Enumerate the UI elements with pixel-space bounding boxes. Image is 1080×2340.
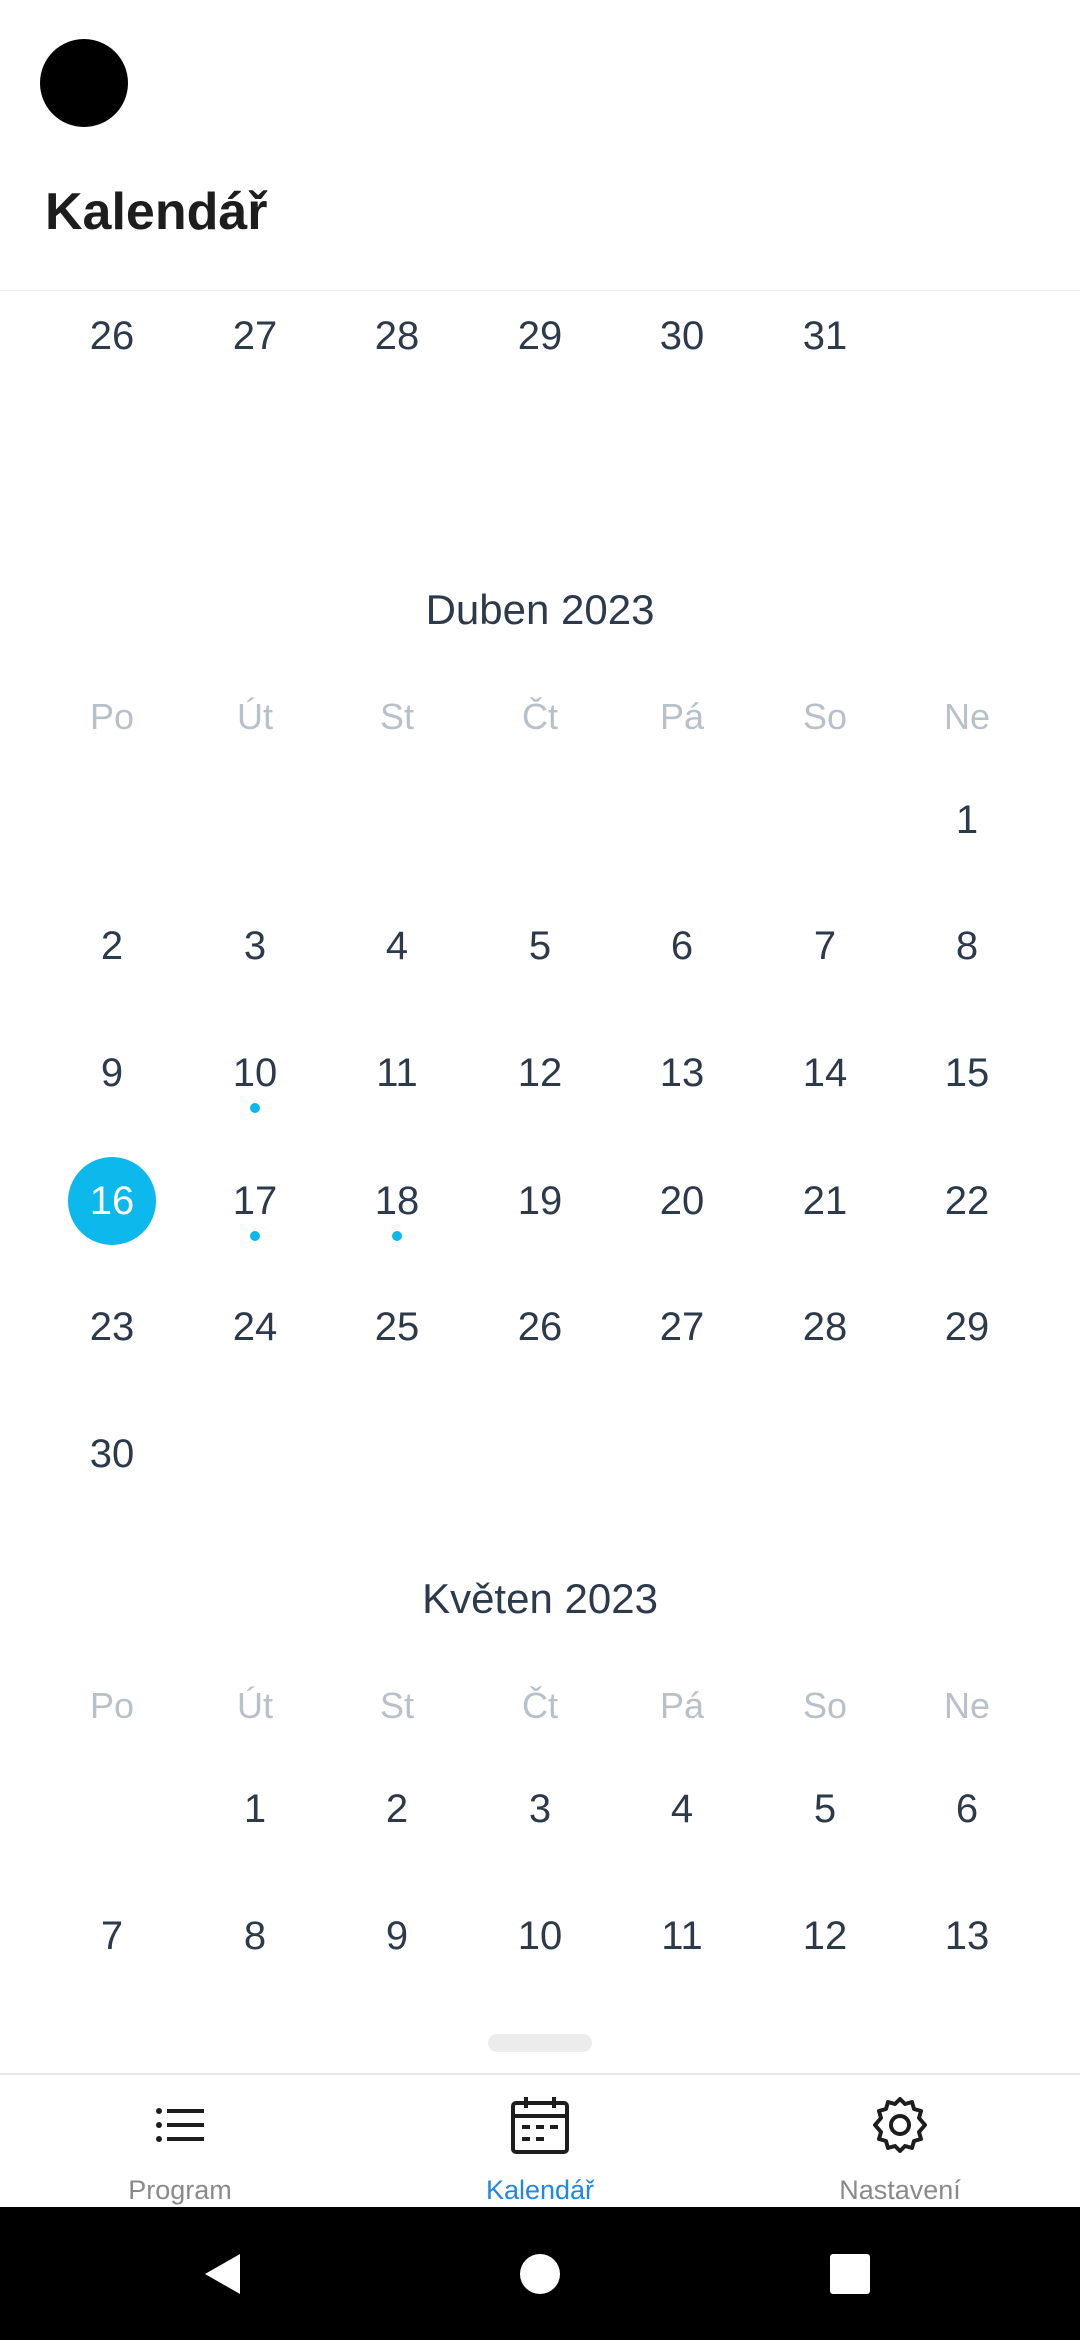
- event-dot: [392, 1231, 402, 1241]
- day-cell[interactable]: 29: [896, 1282, 1038, 1372]
- day-cell[interactable]: 15: [896, 1028, 1038, 1118]
- weekday-label: So: [802, 696, 848, 737]
- day-cell[interactable]: 12: [469, 1028, 611, 1118]
- week-row: 30: [0, 1409, 1080, 1499]
- day-cell[interactable]: 7: [754, 901, 896, 991]
- weekday-header: Po Út St Čt Pá So Ne: [0, 672, 1080, 762]
- day-cell[interactable]: 6: [611, 901, 753, 991]
- calendar-icon: [511, 2097, 569, 2154]
- day-cell-selected[interactable]: 16: [41, 1156, 183, 1246]
- day-cell[interactable]: 25: [326, 1282, 468, 1372]
- nav-item-settings[interactable]: Nastavení: [720, 2075, 1080, 2209]
- day-cell[interactable]: 24: [184, 1282, 326, 1372]
- calendar-scroll[interactable]: 26 27 28 29 30 31 Duben 2023 Po Út St Čt…: [0, 291, 1080, 2075]
- day-cell[interactable]: 5: [754, 1764, 896, 1854]
- nav-item-calendar[interactable]: Kalendář: [360, 2075, 720, 2209]
- list-icon: [156, 2108, 204, 2142]
- day-cell[interactable]: 20: [611, 1156, 753, 1246]
- back-icon[interactable]: [180, 2229, 270, 2319]
- nav-label-settings: Nastavení: [839, 2175, 961, 2205]
- day-cell[interactable]: 28: [754, 1282, 896, 1372]
- day-cell[interactable]: 12: [754, 1891, 896, 1981]
- page-title: Kalendář: [45, 183, 268, 241]
- event-dot: [250, 1103, 260, 1113]
- weekday-label: St: [379, 696, 414, 737]
- home-icon[interactable]: [495, 2229, 585, 2319]
- avatar[interactable]: [40, 39, 128, 127]
- recents-icon[interactable]: [805, 2229, 895, 2319]
- bottom-navigation: Program Kalendář Nastavení: [0, 2073, 1080, 2209]
- app-header: Kalendář: [0, 0, 1080, 291]
- day-cell[interactable]: 2: [326, 1764, 468, 1854]
- day-cell[interactable]: 28: [326, 291, 468, 381]
- weekday-label: Po: [89, 696, 135, 737]
- weekday-label: So: [802, 1685, 848, 1726]
- weekday-label: Pá: [659, 696, 705, 737]
- month-title-april: Duben 2023: [425, 586, 655, 633]
- day-cell[interactable]: 11: [326, 1028, 468, 1118]
- day-cell[interactable]: 19: [469, 1156, 611, 1246]
- week-row: 9 10 11 12 13 14 15: [0, 1028, 1080, 1118]
- month-title-may: Květen 2023: [422, 1575, 658, 1622]
- gear-icon: [873, 2097, 927, 2153]
- weekday-label: Ne: [943, 696, 991, 737]
- weekday-label: St: [379, 1685, 414, 1726]
- day-cell[interactable]: 14: [754, 1028, 896, 1118]
- day-cell[interactable]: 3: [469, 1764, 611, 1854]
- week-row: 23 24 25 26 27 28 29: [0, 1282, 1080, 1372]
- day-cell[interactable]: 5: [469, 901, 611, 991]
- day-cell[interactable]: 7: [41, 1891, 183, 1981]
- weekday-label: Pá: [659, 1685, 705, 1726]
- nav-label-program: Program: [128, 2175, 232, 2205]
- weekday-label: Po: [89, 1685, 135, 1726]
- day-cell[interactable]: 10: [469, 1891, 611, 1981]
- day-cell[interactable]: 13: [611, 1028, 753, 1118]
- weekday-header: Po Út St Čt Pá So Ne: [0, 1661, 1080, 1751]
- weekday-label: Út: [237, 696, 273, 737]
- day-cell[interactable]: 4: [611, 1764, 753, 1854]
- day-cell[interactable]: 31: [754, 291, 896, 381]
- event-dot: [250, 1231, 260, 1241]
- day-cell[interactable]: 9: [326, 1891, 468, 1981]
- day-cell[interactable]: 13: [896, 1891, 1038, 1981]
- day-cell[interactable]: 2: [41, 901, 183, 991]
- day-cell[interactable]: 11: [611, 1891, 753, 1981]
- day-cell[interactable]: 6: [896, 1764, 1038, 1854]
- day-cell[interactable]: 23: [41, 1282, 183, 1372]
- day-cell[interactable]: 30: [41, 1409, 183, 1499]
- day-cell[interactable]: 8: [184, 1891, 326, 1981]
- drag-handle[interactable]: [488, 2034, 592, 2052]
- week-row: 1: [0, 775, 1080, 865]
- day-cell[interactable]: 9: [41, 1028, 183, 1118]
- day-cell[interactable]: 27: [184, 291, 326, 381]
- day-cell[interactable]: 26: [41, 291, 183, 381]
- week-row: 7 8 9 10 11 12 13: [0, 1891, 1080, 1981]
- day-cell[interactable]: 3: [184, 901, 326, 991]
- system-navigation-bar: [0, 2207, 1080, 2340]
- week-row: 2 3 4 5 6 7 8: [0, 901, 1080, 991]
- weekday-label: Ne: [943, 1685, 991, 1726]
- day-cell[interactable]: 27: [611, 1282, 753, 1372]
- day-cell[interactable]: 30: [611, 291, 753, 381]
- day-cell[interactable]: 1: [896, 775, 1038, 865]
- week-row: 1 2 3 4 5 6: [0, 1764, 1080, 1854]
- nav-item-program[interactable]: Program: [0, 2075, 360, 2209]
- prev-month-last-week: 26 27 28 29 30 31: [0, 291, 1080, 381]
- weekday-label: Út: [237, 1685, 273, 1726]
- nav-label-calendar: Kalendář: [485, 2175, 595, 2205]
- weekday-label: Čt: [522, 696, 558, 737]
- weekday-label: Čt: [522, 1685, 558, 1726]
- week-row: 16 17 18 19 20 21 22: [0, 1156, 1080, 1246]
- day-cell[interactable]: 26: [469, 1282, 611, 1372]
- day-cell[interactable]: 29: [469, 291, 611, 381]
- day-cell[interactable]: 1: [184, 1764, 326, 1854]
- day-cell[interactable]: 4: [326, 901, 468, 991]
- day-cell[interactable]: 22: [896, 1156, 1038, 1246]
- day-cell[interactable]: 8: [896, 901, 1038, 991]
- day-cell[interactable]: 21: [754, 1156, 896, 1246]
